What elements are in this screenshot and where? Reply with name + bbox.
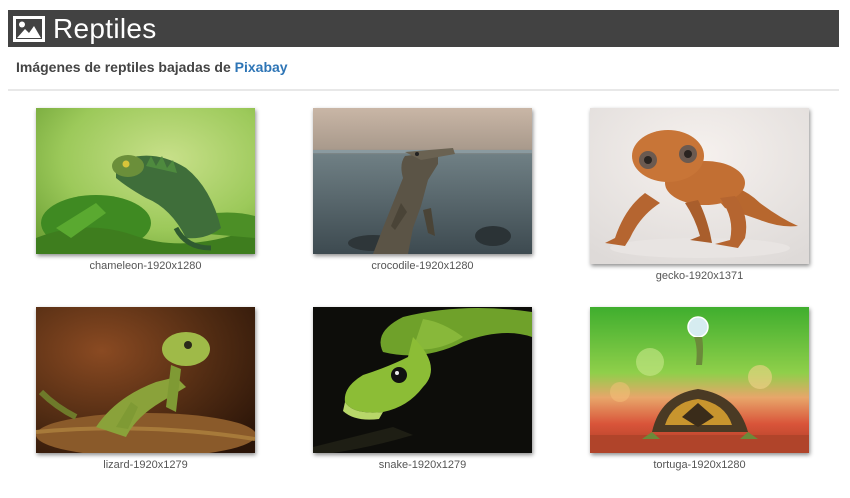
page-subtitle: Imágenes de reptiles bajadas de Pixabay [16,59,288,75]
subtitle-text: Imágenes de reptiles bajadas de [16,59,235,75]
gallery-item-tortuga[interactable]: tortuga-1920x1280 [590,307,809,471]
divider [8,89,839,91]
gallery-item-gecko[interactable]: gecko-1920x1371 [590,108,809,282]
gallery-caption: tortuga-1920x1280 [653,459,746,471]
lizard-image[interactable] [36,307,255,453]
gallery-item-snake[interactable]: snake-1920x1279 [313,307,532,471]
pixabay-link[interactable]: Pixabay [235,59,288,75]
tortuga-image[interactable] [590,307,809,453]
page-title: Reptiles [53,13,157,44]
crocodile-image[interactable] [313,108,532,254]
snake-image[interactable] [313,307,532,453]
gallery-caption: snake-1920x1279 [378,459,467,471]
gallery-caption: chameleon-1920x1280 [89,260,202,272]
gallery-item-crocodile[interactable]: crocodile-1920x1280 [313,108,532,272]
chameleon-image[interactable] [36,108,255,254]
gecko-image[interactable] [590,108,809,264]
page-header: Reptiles [8,10,839,47]
gallery-item-chameleon[interactable]: chameleon-1920x1280 [36,108,255,272]
gallery-caption: lizard-1920x1279 [103,459,188,471]
gallery-item-lizard[interactable]: lizard-1920x1279 [36,307,255,471]
gallery-caption: crocodile-1920x1280 [371,260,474,272]
image-icon [13,15,45,42]
gallery-caption: gecko-1920x1371 [655,270,744,282]
